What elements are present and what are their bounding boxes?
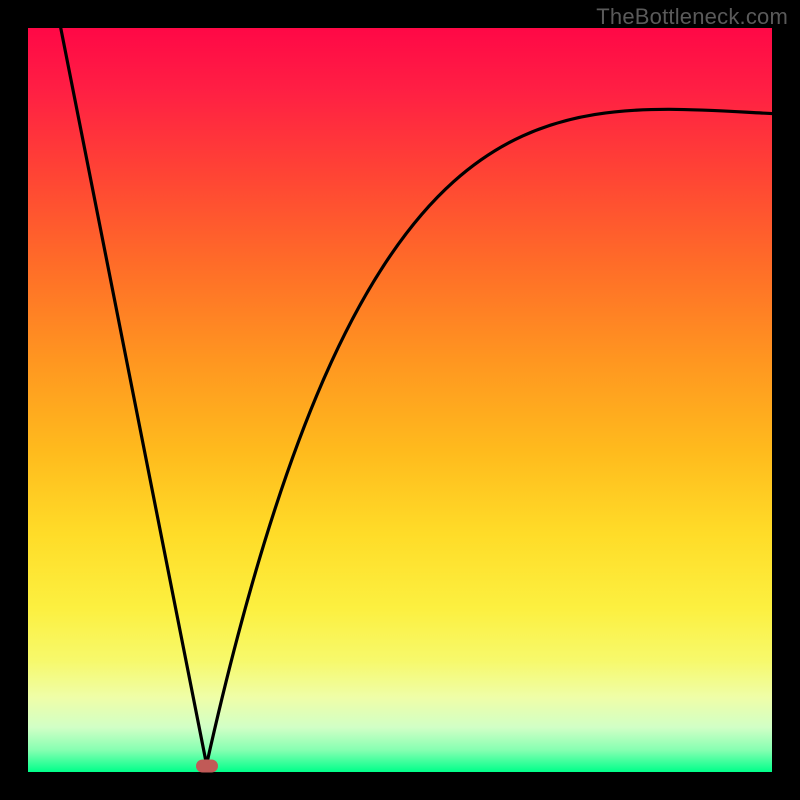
watermark-text: TheBottleneck.com — [596, 4, 788, 30]
chart-plot-area — [28, 28, 772, 772]
bottleneck-curve — [28, 28, 772, 772]
optimal-point-marker — [196, 760, 218, 773]
